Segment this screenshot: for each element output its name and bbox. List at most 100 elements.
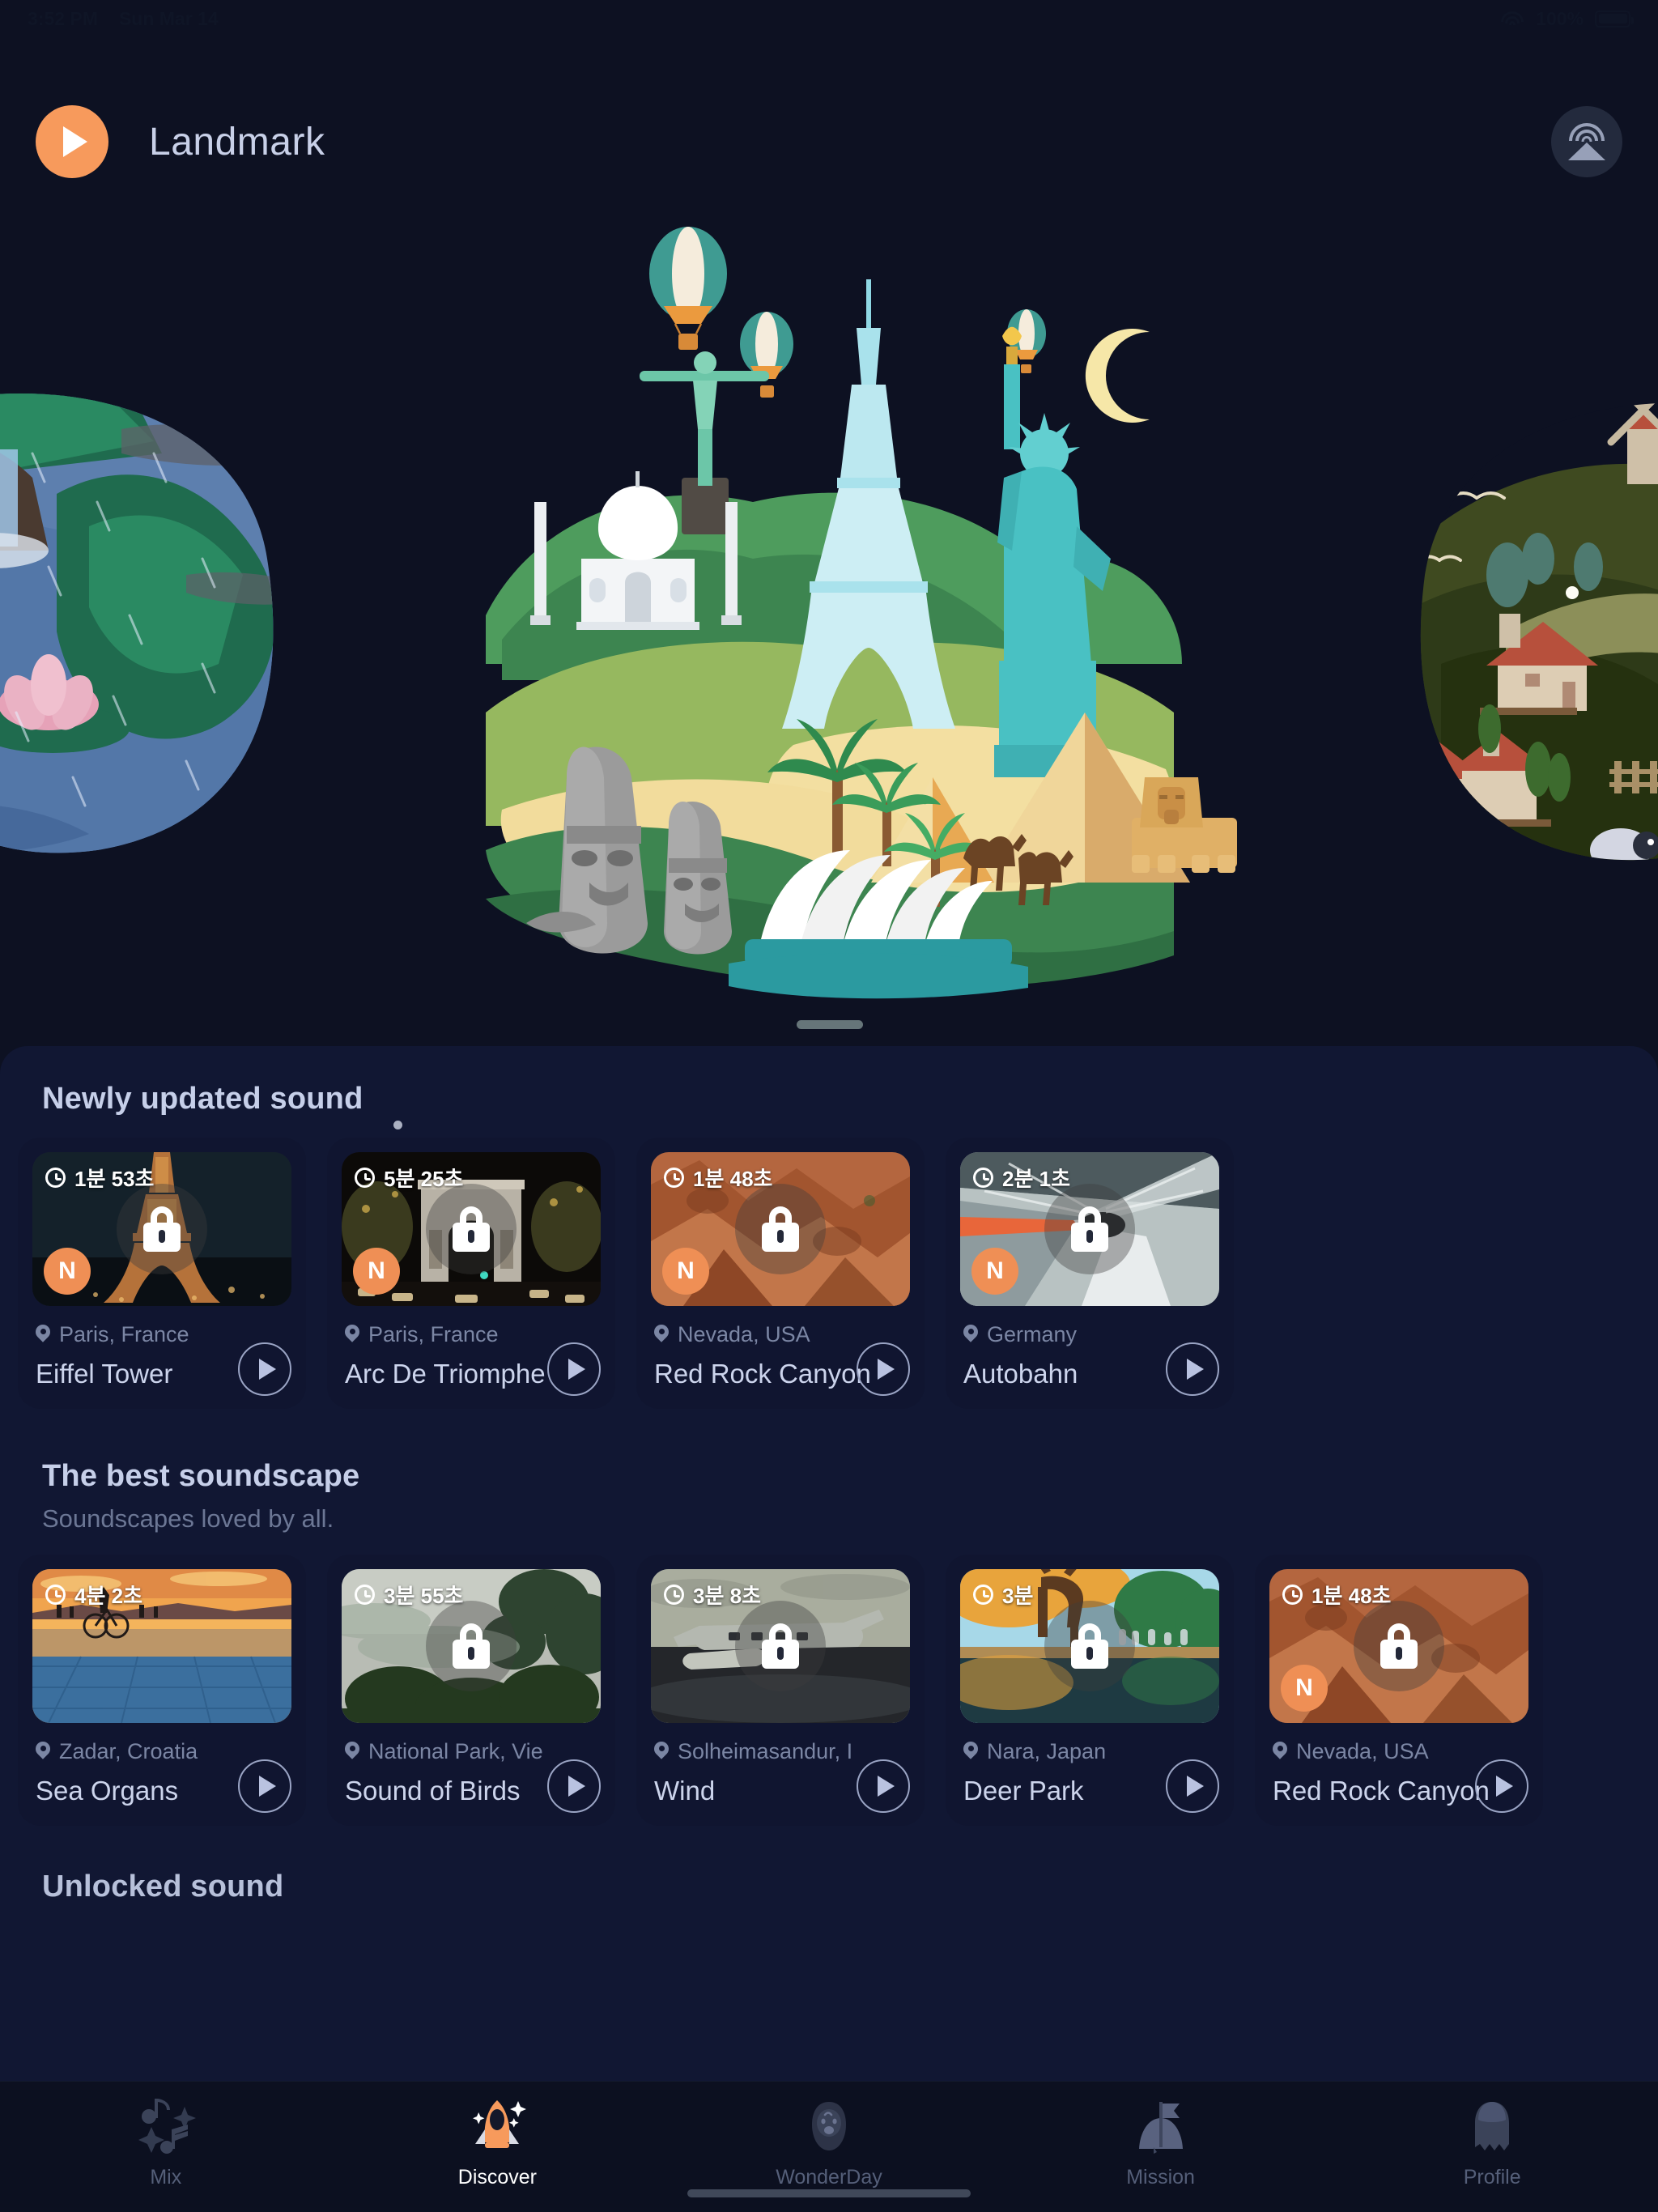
play-icon bbox=[1186, 1776, 1204, 1797]
sound-card[interactable]: 1분 48초 N Nevada, USA Red Rock Canyon bbox=[1255, 1555, 1543, 1826]
clock-icon bbox=[973, 1168, 993, 1188]
card-play-button[interactable] bbox=[857, 1342, 910, 1396]
card-meta: Germany Autobahn bbox=[960, 1322, 1219, 1396]
card-thumbnail[interactable]: 3분 55초 bbox=[342, 1569, 601, 1723]
card-meta: National Park, Vie Sound of Birds bbox=[342, 1739, 601, 1813]
card-thumbnail[interactable]: 2분 1초 N bbox=[960, 1152, 1219, 1306]
card-thumbnail[interactable]: 1분 48초 N bbox=[651, 1152, 910, 1306]
play-icon bbox=[258, 1359, 276, 1380]
home-indicator[interactable] bbox=[687, 2189, 971, 2197]
card-play-button[interactable] bbox=[857, 1759, 910, 1813]
battery-full-icon bbox=[1595, 10, 1634, 28]
sound-card[interactable]: 3분 8초 Solheimasandur, I Wind bbox=[636, 1555, 925, 1826]
tab-label: WonderDay bbox=[776, 2166, 882, 2189]
card-thumbnail[interactable]: 3분 8초 bbox=[651, 1569, 910, 1723]
section-title: Newly updated sound bbox=[42, 1082, 363, 1116]
card-meta: Paris, France Eiffel Tower bbox=[32, 1322, 291, 1396]
card-duration: 3분 55초 bbox=[355, 1580, 463, 1610]
battery-percent-label: 100% bbox=[1536, 7, 1584, 29]
card-play-button[interactable] bbox=[1166, 1342, 1219, 1396]
play-icon bbox=[63, 126, 87, 157]
clock-icon bbox=[355, 1585, 375, 1605]
card-duration: 5분 25초 bbox=[355, 1163, 463, 1193]
carousel-page-dot[interactable] bbox=[393, 1121, 402, 1129]
card-location: Germany bbox=[963, 1322, 1219, 1347]
lock-overlay bbox=[1044, 1184, 1135, 1274]
card-location: Solheimasandur, I bbox=[654, 1739, 910, 1764]
new-badge: N bbox=[44, 1248, 91, 1295]
airplay-icon bbox=[1565, 120, 1609, 164]
ghost-person-icon bbox=[1460, 2095, 1524, 2158]
card-row-newly-updated[interactable]: 1분 53초 N Paris, France Eiffel Tower 5분 2… bbox=[0, 1138, 1658, 1409]
tab-wonderday[interactable]: WonderDay bbox=[663, 2095, 995, 2189]
card-duration: 3분 bbox=[973, 1580, 1033, 1610]
card-thumbnail[interactable]: 1분 48초 N bbox=[1269, 1569, 1528, 1723]
card-meta: Nevada, USA Red Rock Canyon bbox=[651, 1322, 910, 1396]
status-bar-right: 100% bbox=[1500, 7, 1634, 30]
card-thumbnail[interactable]: 5분 25초 N bbox=[342, 1152, 601, 1306]
section-subtitle: Soundscapes loved by all. bbox=[42, 1504, 334, 1533]
tab-mix[interactable]: Mix bbox=[0, 2095, 332, 2189]
clock-icon bbox=[45, 1585, 66, 1605]
sheep bbox=[1590, 828, 1658, 861]
lock-icon bbox=[762, 1623, 799, 1669]
sleeping-face-icon bbox=[797, 2095, 861, 2158]
card-row-best-soundscape[interactable]: 4분 2초 Zadar, Croatia Sea Organs 3분 55초 N… bbox=[0, 1555, 1658, 1826]
sound-card[interactable]: 3분 Nara, Japan Deer Park bbox=[946, 1555, 1234, 1826]
flag-hill-icon bbox=[1129, 2095, 1192, 2158]
card-meta: Solheimasandur, I Wind bbox=[651, 1739, 910, 1813]
sound-card[interactable]: 2분 1초 N Germany Autobahn bbox=[946, 1138, 1234, 1409]
lock-icon bbox=[1071, 1206, 1108, 1252]
sound-card[interactable]: 3분 55초 National Park, Vie Sound of Birds bbox=[327, 1555, 615, 1826]
hot-air-balloon-medium bbox=[740, 312, 793, 398]
lock-icon bbox=[1380, 1623, 1418, 1669]
airplay-button[interactable] bbox=[1551, 106, 1622, 177]
new-badge: N bbox=[971, 1248, 1018, 1295]
card-play-button[interactable] bbox=[1166, 1759, 1219, 1813]
card-duration: 1분 48초 bbox=[1282, 1580, 1391, 1610]
card-duration: 3분 8초 bbox=[664, 1580, 761, 1610]
hero-carousel[interactable] bbox=[0, 211, 1658, 1129]
sphinx bbox=[1132, 777, 1237, 873]
card-play-button[interactable] bbox=[547, 1759, 601, 1813]
card-thumbnail[interactable]: 1분 53초 N bbox=[32, 1152, 291, 1306]
status-date: Sun Mar 14 bbox=[118, 7, 219, 29]
tab-mission[interactable]: Mission bbox=[995, 2095, 1327, 2189]
card-location: National Park, Vie bbox=[345, 1739, 601, 1764]
tab-profile[interactable]: Profile bbox=[1326, 2095, 1658, 2189]
sound-card[interactable]: 5분 25초 N Paris, France Arc De Triomphe bbox=[327, 1138, 615, 1409]
card-location: Paris, France bbox=[36, 1322, 291, 1347]
lock-overlay bbox=[735, 1184, 826, 1274]
sound-card[interactable]: 1분 53초 N Paris, France Eiffel Tower bbox=[18, 1138, 306, 1409]
card-location: Nevada, USA bbox=[1273, 1739, 1528, 1764]
card-play-button[interactable] bbox=[1475, 1759, 1528, 1813]
location-pin-icon bbox=[654, 1742, 669, 1762]
card-meta: Paris, France Arc De Triomphe bbox=[342, 1322, 601, 1396]
card-thumbnail[interactable]: 3분 bbox=[960, 1569, 1219, 1723]
location-pin-icon bbox=[963, 1325, 978, 1345]
app-play-button[interactable] bbox=[36, 105, 108, 178]
card-play-button[interactable] bbox=[238, 1759, 291, 1813]
wifi-icon bbox=[1500, 10, 1524, 28]
play-icon bbox=[877, 1359, 895, 1380]
tab-discover[interactable]: Discover bbox=[332, 2095, 664, 2189]
rain-water-scene bbox=[0, 393, 274, 853]
new-badge: N bbox=[662, 1248, 709, 1295]
location-pin-icon bbox=[345, 1742, 359, 1762]
card-play-button[interactable] bbox=[547, 1342, 601, 1396]
lock-overlay bbox=[117, 1184, 207, 1274]
status-bar: 3:52 PM Sun Mar 14 100% bbox=[0, 0, 1658, 37]
card-play-button[interactable] bbox=[238, 1342, 291, 1396]
status-time: 3:52 PM bbox=[28, 7, 98, 29]
location-pin-icon bbox=[345, 1325, 359, 1345]
tab-label: Profile bbox=[1463, 2166, 1521, 2189]
sound-card[interactable]: 1분 48초 N Nevada, USA Red Rock Canyon bbox=[636, 1138, 925, 1409]
lock-icon bbox=[143, 1206, 181, 1252]
new-badge: N bbox=[353, 1248, 400, 1295]
app-header: Landmark bbox=[0, 97, 1658, 186]
countryside-village-scene bbox=[1420, 402, 1658, 861]
card-thumbnail[interactable]: 4분 2초 bbox=[32, 1569, 291, 1723]
lock-icon bbox=[1071, 1623, 1108, 1669]
sound-card[interactable]: 4분 2초 Zadar, Croatia Sea Organs bbox=[18, 1555, 306, 1826]
music-notes-icon bbox=[134, 2095, 198, 2158]
